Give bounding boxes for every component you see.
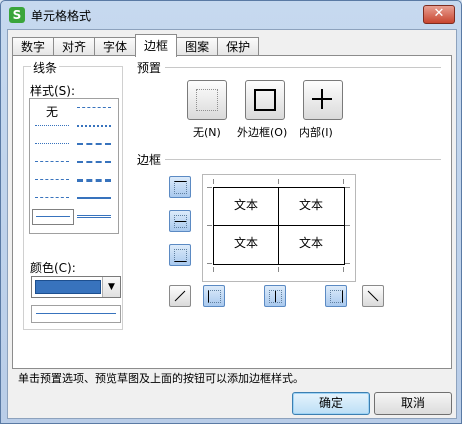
line-style-none[interactable]: 无: [32, 101, 72, 119]
line-style-selected[interactable]: [32, 209, 74, 225]
border-horizontal-icon: [174, 215, 187, 228]
preview-cell: 文本: [233, 236, 258, 250]
tab-pattern[interactable]: 图案: [176, 37, 219, 57]
app-icon: S: [9, 7, 25, 23]
chevron-down-icon[interactable]: ▼: [102, 277, 120, 297]
dialog-title: 单元格格式: [31, 9, 92, 23]
color-label: 颜色(C):: [28, 259, 78, 276]
diagonal-down-icon: [367, 290, 379, 302]
tab-number[interactable]: 数字: [12, 37, 55, 57]
hint-text: 单击预置选项、预览草图及上面的按钮可以添加边框样式。: [18, 372, 304, 385]
border-right-button[interactable]: [325, 285, 347, 307]
line-style-list[interactable]: 无: [29, 98, 119, 234]
border-tab-panel: 线条 样式(S): 无 颜色(C): ▼ 预置 无(N) 外边框(O) 内部(I…: [12, 55, 452, 369]
preset-none-button[interactable]: [187, 80, 227, 120]
line-style-option[interactable]: [74, 173, 114, 187]
tab-alignment[interactable]: 对齐: [53, 37, 96, 57]
preset-inside-label: 内部(I): [299, 126, 333, 139]
border-diagonal-up-button[interactable]: [169, 285, 191, 307]
tab-protection[interactable]: 保护: [217, 37, 260, 57]
line-preview: [31, 305, 121, 323]
border-middle-vertical-button[interactable]: [264, 285, 286, 307]
border-inside-icon: [312, 89, 332, 109]
line-style-option[interactable]: [32, 137, 72, 151]
border-vertical-icon: [269, 290, 282, 303]
tab-strip: 数字 对齐 字体 边框 图案 保护: [12, 34, 260, 57]
line-style-option[interactable]: [74, 101, 114, 115]
border-right-icon: [330, 290, 343, 303]
border-top-button[interactable]: [169, 176, 191, 198]
presets-separator: [165, 67, 441, 68]
border-left-button[interactable]: [203, 285, 225, 307]
border-none-icon: [196, 89, 218, 111]
line-style-option[interactable]: [74, 155, 114, 169]
border-outline-icon: [254, 89, 276, 111]
border-separator: [165, 159, 441, 160]
preset-inside-button[interactable]: [303, 80, 343, 120]
border-diagonal-down-button[interactable]: [362, 285, 384, 307]
preset-outline-label: 外边框(O): [237, 126, 288, 139]
line-style-option[interactable]: [74, 209, 114, 223]
diagonal-up-icon: [174, 290, 186, 302]
title-bar[interactable]: S 单元格格式 ✕: [1, 1, 461, 27]
line-style-option[interactable]: [74, 119, 114, 133]
preview-cell: 文本: [298, 236, 323, 250]
cancel-button[interactable]: 取消: [374, 392, 452, 415]
tab-font[interactable]: 字体: [94, 37, 137, 57]
line-style-option[interactable]: [74, 137, 114, 151]
border-bottom-icon: [174, 249, 187, 262]
border-left-icon: [208, 290, 221, 303]
border-preview-area[interactable]: 文本 文本 文本 文本: [202, 174, 356, 282]
border-top-icon: [174, 181, 187, 194]
line-style-none-label: 无: [46, 105, 59, 119]
color-swatch: [35, 280, 101, 294]
preview-cell: 文本: [233, 198, 258, 212]
border-group-label: 边框: [135, 151, 164, 168]
ok-button[interactable]: 确定: [292, 392, 370, 415]
line-style-option[interactable]: [32, 191, 72, 205]
border-middle-horizontal-button[interactable]: [169, 210, 191, 232]
border-bottom-button[interactable]: [169, 244, 191, 266]
presets-group-label: 预置: [135, 59, 164, 76]
style-label: 样式(S):: [28, 82, 78, 99]
line-style-option[interactable]: [32, 119, 72, 133]
dialog-body: 数字 对齐 字体 边框 图案 保护 线条 样式(S): 无 颜色(C): ▼ 预…: [7, 29, 457, 419]
tab-border[interactable]: 边框: [135, 34, 178, 57]
close-button[interactable]: ✕: [423, 5, 455, 24]
preset-outline-button[interactable]: [245, 80, 285, 120]
format-cells-dialog: S 单元格格式 ✕ 数字 对齐 字体 边框 图案 保护 线条 样式(S): 无: [0, 0, 462, 424]
preview-table: 文本 文本 文本 文本: [213, 187, 345, 265]
color-dropdown[interactable]: ▼: [31, 276, 121, 298]
line-style-option[interactable]: [32, 173, 72, 187]
line-style-option[interactable]: [74, 191, 114, 205]
preset-none-label: 无(N): [193, 126, 221, 139]
line-style-option[interactable]: [32, 155, 72, 169]
preview-cell: 文本: [298, 198, 323, 212]
line-group-label: 线条: [31, 59, 60, 76]
